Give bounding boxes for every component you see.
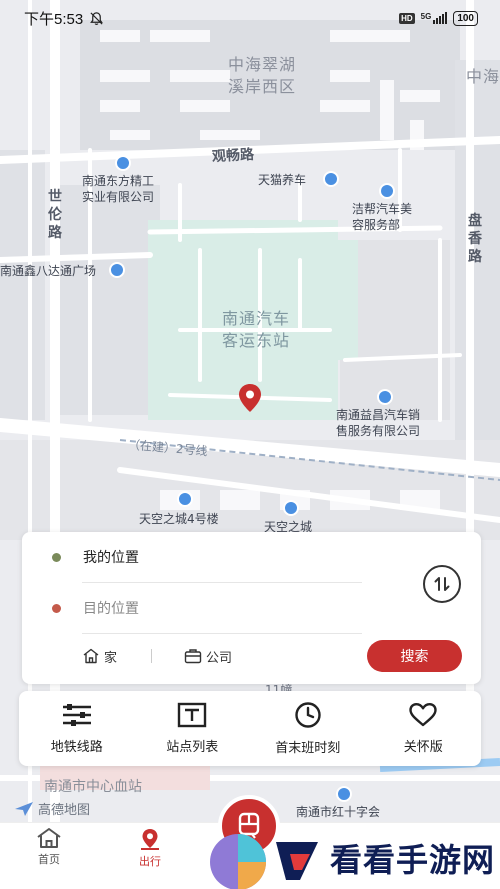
- poi-yichang[interactable]: 南通益昌汽车销 售服务有限公司: [336, 407, 420, 439]
- residence-poi-icon[interactable]: [283, 500, 299, 516]
- feature-label: 地铁线路: [50, 739, 103, 754]
- quick-destinations: 家 公司: [82, 644, 232, 668]
- feature-care-mode[interactable]: 关怀版: [366, 691, 482, 766]
- search-button[interactable]: 搜索: [367, 640, 462, 672]
- signal-icon: 5G: [421, 12, 448, 24]
- poi-xinbada[interactable]: 南通鑫八达通广场: [0, 263, 96, 279]
- road-label-guanchang: 观畅路: [211, 146, 255, 166]
- map-district-label: 中海翠湖 溪岸西区: [228, 55, 297, 96]
- briefcase-icon: [184, 649, 202, 664]
- attribution-text: 高德地图: [38, 803, 91, 818]
- poi-tiankong4[interactable]: 天空之城4号楼: [139, 511, 219, 527]
- clock-icon: [295, 702, 321, 728]
- redcross-poi-icon[interactable]: [336, 786, 352, 802]
- nav-home[interactable]: 首页: [19, 827, 79, 867]
- destination-placeholder: 目的位置: [83, 600, 139, 616]
- road-label-panxiang: 盘香路: [468, 213, 482, 265]
- location-marker-icon: [141, 829, 159, 850]
- plaza-poi-icon[interactable]: [109, 262, 125, 278]
- nav-travel-label: 出行: [139, 856, 161, 868]
- company-label: 公司: [206, 649, 233, 665]
- home-icon: [83, 648, 99, 664]
- nav-travel[interactable]: 出行: [120, 827, 180, 869]
- feature-metro-lines[interactable]: 地铁线路: [19, 691, 135, 766]
- location-pin-icon[interactable]: [238, 383, 262, 413]
- destination-field[interactable]: 目的位置: [22, 583, 362, 633]
- feature-timetable[interactable]: 首末班时刻: [250, 691, 366, 766]
- origin-field[interactable]: 我的位置: [22, 532, 362, 582]
- map-attribution: 高德地图: [14, 799, 90, 818]
- hd-icon: HD: [399, 12, 415, 24]
- home-label: 家: [104, 649, 118, 665]
- swap-arrows-icon: [434, 577, 450, 591]
- divider: [82, 633, 362, 634]
- poi-bloodstation[interactable]: 南通市中心血站: [44, 779, 142, 795]
- company-shortcut[interactable]: 公司: [184, 647, 232, 666]
- heart-icon: [409, 703, 437, 727]
- car-dealer-poi-icon[interactable]: [377, 389, 393, 405]
- origin-dot-icon: [52, 552, 61, 562]
- sliders-icon: [62, 704, 91, 726]
- road-label-shilun: 世伦路: [48, 189, 62, 241]
- feature-label: 首末班时刻: [275, 740, 341, 755]
- home-shortcut[interactable]: 家: [82, 647, 117, 666]
- nav-home-label: 首页: [38, 854, 60, 866]
- poi-tianmao[interactable]: 天猫养车: [258, 172, 306, 188]
- building-poi-icon[interactable]: [177, 491, 193, 507]
- company-poi-icon[interactable]: [115, 155, 131, 171]
- station-area-label: 南通汽车 客运东站: [222, 309, 291, 350]
- watermark-text: 看看手游网: [330, 841, 496, 879]
- swap-button[interactable]: [423, 565, 461, 603]
- route-planner-card: 我的位置 目的位置 家 公司 搜索: [22, 532, 481, 684]
- poi-dongfang[interactable]: 南通东方精工 实业有限公司: [82, 173, 154, 205]
- shortcut-divider: [151, 649, 153, 663]
- feature-station-list[interactable]: 站点列表: [135, 691, 251, 766]
- watermark-logo-icon: [210, 834, 318, 889]
- poi-jiebang[interactable]: 洁帮汽车美 容服务部: [352, 201, 412, 233]
- amap-logo-icon: [15, 801, 33, 816]
- car-wash-poi-icon[interactable]: [379, 183, 395, 199]
- station-board-icon: [178, 702, 207, 728]
- home-icon: [37, 828, 61, 848]
- feature-label: 关怀版: [403, 739, 443, 754]
- muted-bell-icon: [90, 11, 104, 25]
- status-time: 下午5:53: [24, 10, 84, 28]
- origin-text: 我的位置: [83, 549, 139, 565]
- feature-label: 站点列表: [166, 739, 219, 754]
- battery-level: 100: [457, 12, 474, 24]
- battery-icon: 100: [453, 10, 478, 26]
- network-type: 5G: [420, 12, 432, 21]
- feature-shortcuts: 地铁线路 站点列表 首末班时刻 关怀版: [19, 691, 481, 766]
- map-district-label-2: 中海: [466, 67, 500, 86]
- status-bar: 下午5:53 HD 5G 100: [0, 0, 500, 36]
- destination-dot-icon: [52, 603, 61, 613]
- car-service-poi-icon[interactable]: [323, 171, 339, 187]
